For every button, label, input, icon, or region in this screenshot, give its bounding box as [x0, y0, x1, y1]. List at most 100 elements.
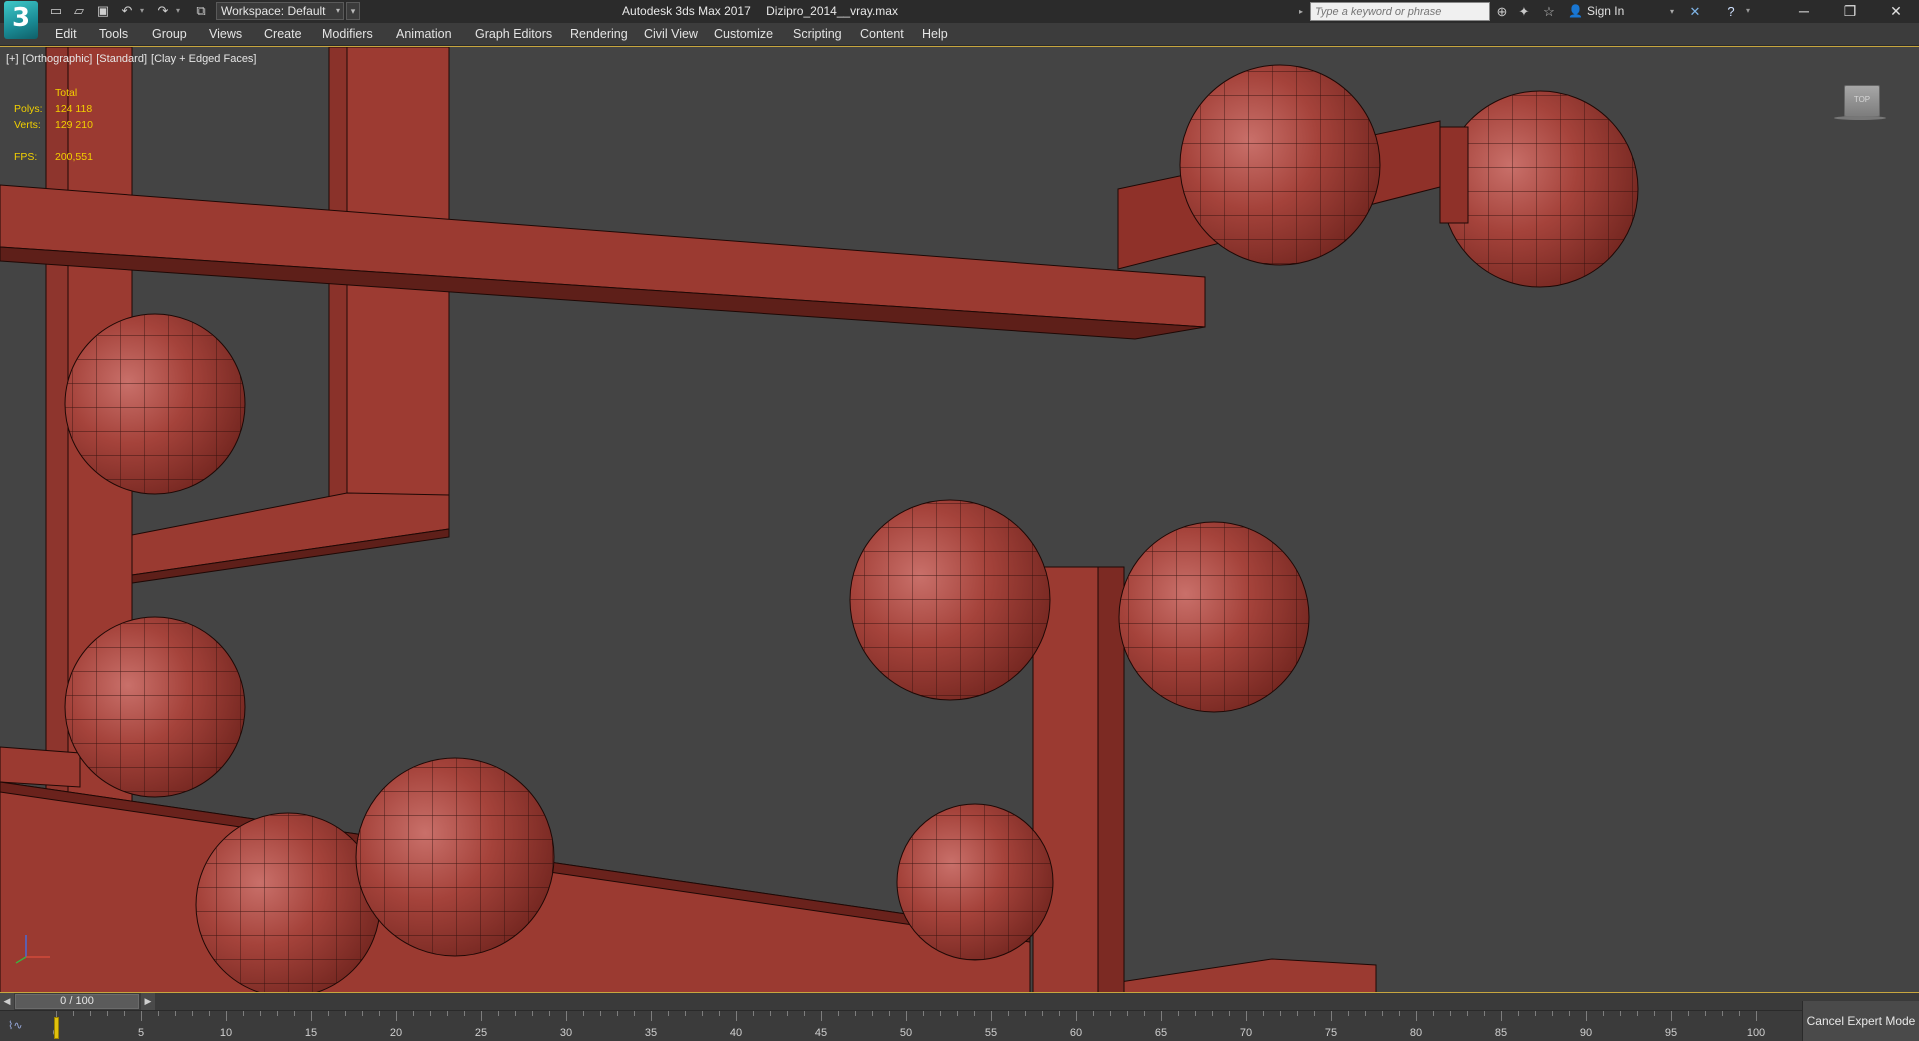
viewcube-compass[interactable]: [1834, 116, 1886, 120]
frame-tick: [1178, 1011, 1179, 1016]
viewport-shading-menu[interactable]: [Clay + Edged Faces]: [151, 53, 256, 65]
frame-tick: [991, 1011, 992, 1021]
viewport-point-of-view-menu[interactable]: [Orthographic]: [23, 53, 93, 65]
viewport-general-menu[interactable]: [+]: [6, 53, 19, 65]
new-file-icon[interactable]: ▭: [48, 3, 64, 19]
undo-icon[interactable]: ↶: [119, 3, 135, 19]
frame-tick: [770, 1011, 771, 1016]
frame-tick-label: 90: [1579, 1027, 1593, 1039]
time-slider[interactable]: ◀ 0 / 100 ▶: [0, 993, 1919, 1011]
time-slider-thumb[interactable]: 0 / 100: [15, 994, 139, 1009]
menu-create[interactable]: Create: [262, 23, 304, 45]
frame-tick: [1093, 1011, 1094, 1016]
minimize-icon[interactable]: ─: [1781, 0, 1827, 23]
frame-tick: [872, 1011, 873, 1016]
menu-modifiers[interactable]: Modifiers: [320, 23, 375, 45]
viewcube[interactable]: TOP: [1834, 85, 1886, 123]
menu-views[interactable]: Views: [207, 23, 244, 45]
frame-tick: [532, 1011, 533, 1016]
frame-tick: [1365, 1011, 1366, 1016]
viewport-label-menu[interactable]: [+] [Orthographic] [Standard] [Clay + Edged…: [6, 53, 261, 65]
cancel-expert-mode-button[interactable]: Cancel Expert Mode: [1802, 1001, 1919, 1041]
menu-bar: Edit Tools Group Views Create Modifiers …: [0, 23, 1919, 46]
frame-tick: [294, 1011, 295, 1016]
menu-graph-editors[interactable]: Graph Editors: [473, 23, 554, 45]
project-folder-icon[interactable]: ⧉: [193, 3, 209, 19]
open-file-icon[interactable]: ▱: [71, 3, 87, 19]
menu-rendering[interactable]: Rendering: [568, 23, 630, 45]
frame-tick-label: 15: [304, 1027, 318, 1039]
frame-tick: [1246, 1011, 1247, 1021]
frame-tick-label: 35: [644, 1027, 658, 1039]
frame-ruler[interactable]: 0510152025303540455055606570758085909510…: [48, 1011, 1765, 1041]
frame-tick: [73, 1011, 74, 1016]
redo-icon[interactable]: ↷: [155, 3, 171, 19]
frame-tick: [1195, 1011, 1196, 1016]
save-file-icon[interactable]: ▣: [95, 3, 111, 19]
current-frame-marker[interactable]: [54, 1017, 59, 1039]
frame-tick: [974, 1011, 975, 1016]
frame-tick: [328, 1011, 329, 1016]
frame-tick-label: 55: [984, 1027, 998, 1039]
workspace-select[interactable]: Workspace: Default ▾: [216, 2, 344, 20]
mini-curve-editor-icon[interactable]: ⌇∿: [8, 1019, 34, 1033]
menu-content[interactable]: Content: [858, 23, 906, 45]
frame-tick: [651, 1011, 652, 1021]
frame-tick: [345, 1011, 346, 1016]
app-logo[interactable]: 3: [4, 1, 38, 39]
help-dropdown-icon[interactable]: ▾: [1744, 4, 1752, 18]
menu-animation[interactable]: Animation: [394, 23, 454, 45]
frame-tick: [1348, 1011, 1349, 1016]
menu-group[interactable]: Group: [150, 23, 189, 45]
menu-edit[interactable]: Edit: [53, 23, 79, 45]
stats-header: Total: [55, 87, 78, 99]
quick-access-customize-icon[interactable]: ▾: [346, 2, 360, 20]
scene-geometry[interactable]: [0, 47, 1919, 993]
menu-help[interactable]: Help: [920, 23, 950, 45]
track-bar[interactable]: ⌇∿ 0510152025303540455055606570758085909…: [0, 1011, 1919, 1041]
frame-tick: [396, 1011, 397, 1021]
binoculars-icon[interactable]: ⊕: [1493, 3, 1511, 20]
viewport-standard-menu[interactable]: [Standard]: [96, 53, 147, 65]
frame-tick: [1484, 1011, 1485, 1016]
verts-label: Verts:: [14, 119, 41, 131]
frame-tick: [1603, 1011, 1604, 1016]
menu-civil-view[interactable]: Civil View: [642, 23, 700, 45]
polys-label: Polys:: [14, 103, 43, 115]
frame-tick: [906, 1011, 907, 1021]
communication-center-icon[interactable]: ✦: [1515, 3, 1533, 20]
frame-tick: [1110, 1011, 1111, 1016]
restore-icon[interactable]: ❐: [1827, 0, 1873, 23]
viewcube-top-face[interactable]: TOP: [1844, 85, 1880, 117]
frame-tick: [753, 1011, 754, 1016]
frame-tick: [804, 1011, 805, 1016]
undo-dropdown-icon[interactable]: ▾: [138, 4, 146, 18]
menu-tools[interactable]: Tools: [97, 23, 130, 45]
frame-tick: [1059, 1011, 1060, 1016]
help-icon[interactable]: ?: [1722, 3, 1740, 20]
time-slider-next-icon[interactable]: ▶: [141, 993, 155, 1010]
frame-tick: [447, 1011, 448, 1016]
time-slider-prev-icon[interactable]: ◀: [0, 993, 14, 1010]
sign-in-button[interactable]: 👤 Sign In: [1568, 2, 1624, 21]
close-icon[interactable]: ✕: [1873, 0, 1919, 23]
frame-tick: [1008, 1011, 1009, 1016]
frame-tick: [1654, 1011, 1655, 1016]
menu-customize[interactable]: Customize: [712, 23, 775, 45]
frame-tick-label: 25: [474, 1027, 488, 1039]
frame-tick: [1382, 1011, 1383, 1016]
frame-tick: [549, 1011, 550, 1016]
frame-tick: [923, 1011, 924, 1016]
frame-tick: [498, 1011, 499, 1016]
search-input[interactable]: [1310, 2, 1490, 21]
frame-tick: [277, 1011, 278, 1016]
exchange-apps-icon[interactable]: ✕: [1686, 3, 1704, 20]
menu-scripting[interactable]: Scripting: [791, 23, 844, 45]
frame-tick: [617, 1011, 618, 1016]
frame-tick: [1212, 1011, 1213, 1016]
perspective-viewport[interactable]: [+] [Orthographic] [Standard] [Clay + Edged…: [0, 46, 1919, 993]
infocenter-collapse-icon[interactable]: ▸: [1299, 3, 1309, 20]
favorites-star-icon[interactable]: ☆: [1540, 3, 1558, 20]
redo-dropdown-icon[interactable]: ▾: [174, 4, 182, 18]
sign-in-dropdown-icon[interactable]: ▾: [1670, 3, 1674, 20]
